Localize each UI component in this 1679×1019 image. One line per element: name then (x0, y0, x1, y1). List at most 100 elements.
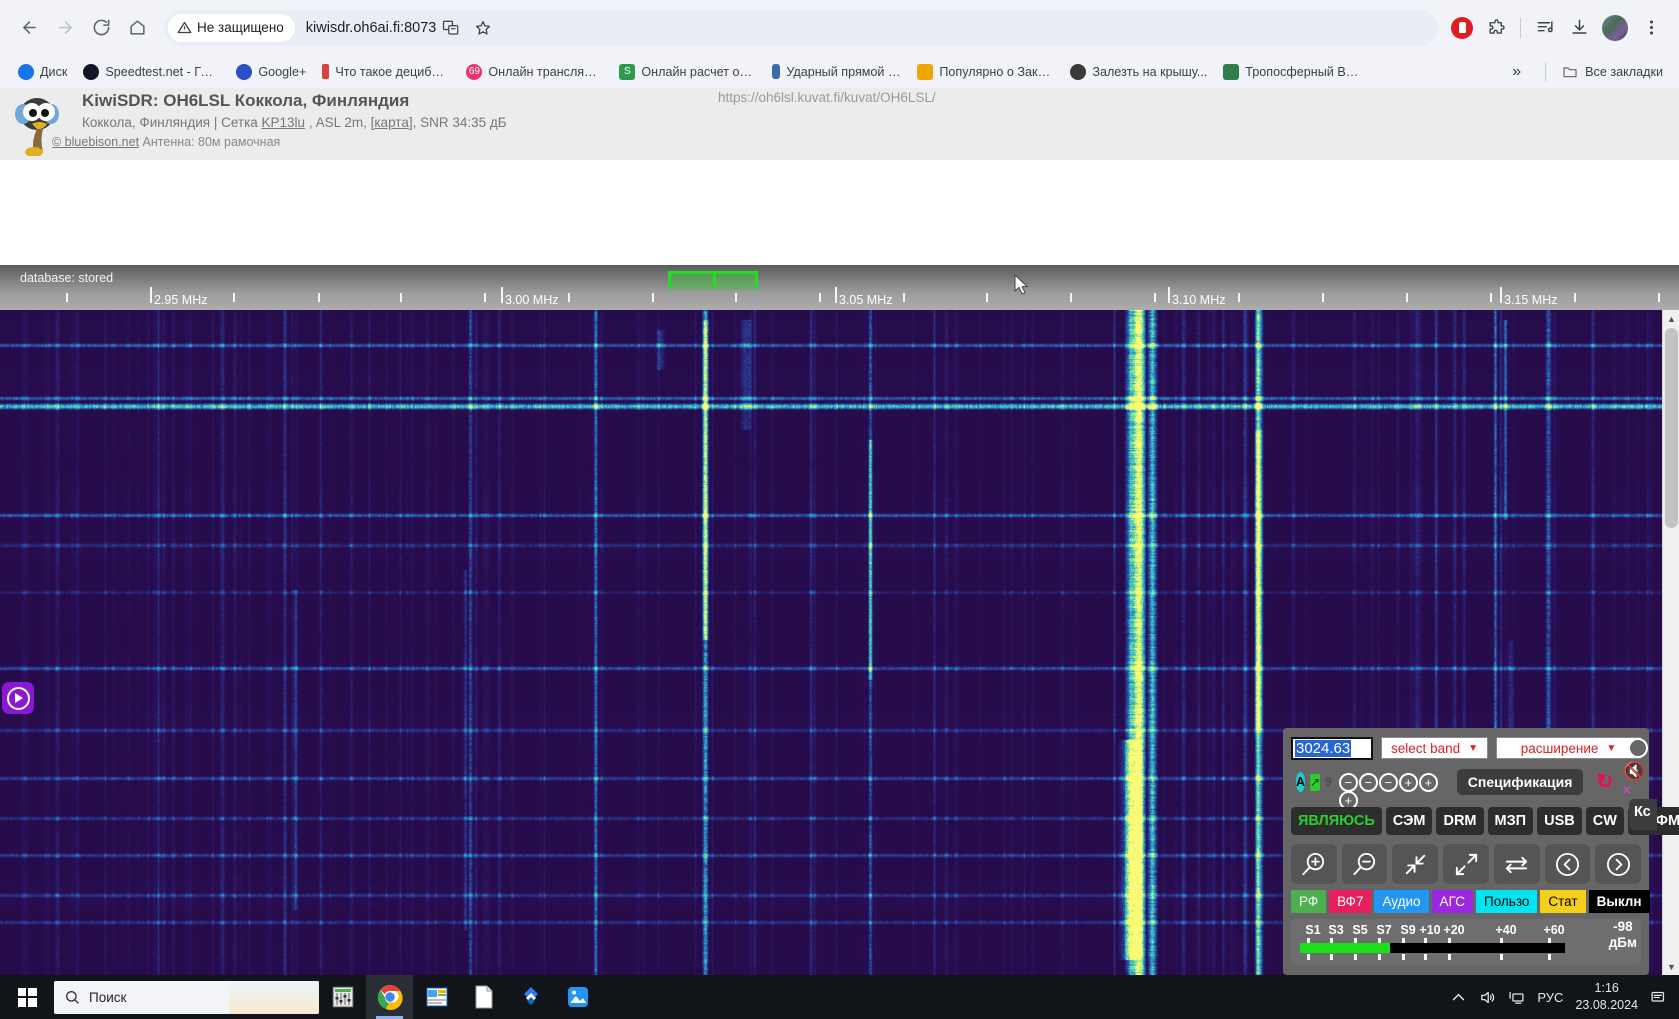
bookmark-label: Залезть на крышу... (1092, 64, 1208, 79)
refresh-icon[interactable]: ↻ (1596, 772, 1613, 792)
forward-button[interactable] (48, 11, 82, 45)
bookmarks-overflow-button[interactable]: » (1504, 63, 1529, 81)
antenna-badge[interactable]: A (1296, 772, 1306, 792)
translate-icon[interactable] (436, 13, 466, 43)
scroll-down-arrow-icon[interactable]: ▼ (1663, 958, 1679, 975)
grid-link[interactable]: KP13lu (262, 115, 306, 130)
status-tag-1[interactable]: ВФ7 (1329, 890, 1372, 913)
demod-mode-usb[interactable]: USB (1537, 807, 1582, 835)
demod-mode-am[interactable]: ЯВЛЯЮСЬ (1291, 807, 1382, 835)
frequency-input[interactable]: 3024.63 (1291, 736, 1374, 760)
status-tag-5[interactable]: Стат (1540, 890, 1586, 913)
zoom-plus-button[interactable]: + (1418, 772, 1438, 792)
extension-puzzle-icon[interactable] (1480, 12, 1512, 44)
bookmark-item[interactable]: Что такое децибел... (314, 61, 458, 82)
zoom-minus-button[interactable]: − (1378, 772, 1398, 792)
scroll-up-arrow-icon[interactable]: ▲ (1663, 310, 1679, 327)
copyright-link[interactable]: © bluebison.net (52, 135, 139, 149)
monitor-icon[interactable] (1508, 989, 1525, 1006)
notepad-app[interactable] (460, 975, 507, 1019)
all-bookmarks-button[interactable]: Все закладки (1562, 64, 1663, 80)
back-button[interactable] (12, 11, 46, 45)
chevron-up-icon[interactable] (1450, 989, 1467, 1006)
arrows-in-icon (1405, 854, 1425, 874)
status-tag-2[interactable]: Аудио (1374, 890, 1429, 913)
zoom-max-tool[interactable] (1493, 844, 1540, 884)
speaker-icon[interactable] (1479, 989, 1496, 1006)
office-app[interactable] (413, 975, 460, 1019)
mute-speaker-icon[interactable]: 🔇✕ (1622, 761, 1645, 803)
home-button[interactable] (120, 11, 154, 45)
panel-drag-handle[interactable] (1628, 738, 1648, 758)
avatar[interactable] (1602, 14, 1628, 41)
gem-app[interactable] (507, 975, 554, 1019)
language-indicator[interactable]: РУС (1537, 990, 1563, 1005)
step-next-tool[interactable] (1595, 844, 1642, 884)
bookmark-item[interactable]: Популярно о Зако... (909, 61, 1062, 83)
bookmark-item[interactable]: Тропосферный Воз... (1215, 61, 1368, 83)
zoom-plus-button[interactable]: + (1398, 772, 1418, 792)
opera-vpn-icon[interactable] (1446, 12, 1478, 44)
reload-button[interactable] (84, 11, 118, 45)
magnifier-plus-icon (1302, 852, 1325, 875)
search-input[interactable]: Поиск (54, 980, 319, 1014)
zoom-minus-button[interactable]: − (1358, 772, 1378, 792)
bookmark-label: Онлайн расчет об... (641, 64, 757, 79)
bookmark-item[interactable]: Google+ (228, 61, 314, 83)
step-prev-tool[interactable] (1544, 844, 1591, 884)
kebab-menu-icon[interactable] (1635, 12, 1667, 44)
spectrum-button[interactable]: Спецификация (1456, 769, 1584, 795)
taskbar-clock[interactable]: 1:16 23.08.2024 (1575, 980, 1638, 1014)
mixer-icon (332, 986, 353, 1008)
bookmark-label: Ударный прямой т... (786, 64, 902, 79)
bookmark-item[interactable]: Ударный прямой т... (764, 61, 909, 82)
bookmark-item[interactable]: 69 Онлайн трансляци... (458, 61, 611, 83)
extension-select[interactable]: расширение ▼ (1496, 737, 1648, 759)
bookmark-item[interactable]: S Онлайн расчет об... (611, 61, 764, 83)
address-bar[interactable]: Не защищено kiwisdr.oh6ai.fi:8073 (164, 9, 1438, 46)
map-link[interactable]: карта (374, 115, 408, 130)
status-tag-4[interactable]: Пользо (1476, 890, 1538, 913)
equalizer-app[interactable] (319, 975, 366, 1019)
status-tag-0[interactable]: РФ (1291, 890, 1327, 913)
extension-select-label: расширение (1520, 740, 1599, 756)
star-icon[interactable] (468, 13, 498, 43)
media-list-icon[interactable] (1529, 12, 1561, 44)
s-meter-label: +10 (1419, 923, 1441, 937)
zoom-minus-button[interactable]: − (1338, 772, 1358, 792)
band-select[interactable]: select band ▼ (1381, 737, 1489, 759)
photos-app[interactable] (554, 975, 601, 1019)
zoom-in-tool[interactable] (1291, 844, 1337, 884)
bookmark-label: Диск (40, 64, 68, 79)
play-button[interactable] (2, 682, 34, 714)
demod-mode-sam[interactable]: СЭМ (1385, 807, 1433, 835)
scrollbar-thumb[interactable] (1665, 328, 1678, 528)
url-text[interactable]: kiwisdr.oh6ai.fi:8073 (306, 20, 437, 36)
demod-mode-drm[interactable]: DRM (1436, 807, 1484, 835)
bookmark-item[interactable]: Диск (10, 61, 75, 83)
download-icon[interactable] (1563, 12, 1595, 44)
play-icon (6, 686, 30, 710)
bookmark-item[interactable]: Залезть на крышу... (1062, 61, 1215, 83)
start-button[interactable] (0, 975, 54, 1019)
waterfall-scrollbar[interactable]: ▲ ▼ (1662, 310, 1679, 975)
zoom-out-tool[interactable] (1341, 844, 1388, 884)
side-tab-button[interactable]: Кс (1629, 799, 1657, 831)
zoom-shrink-tool[interactable] (1392, 844, 1439, 884)
security-status-chip[interactable]: Не защищено (168, 13, 295, 42)
zoom-expand-tool[interactable] (1443, 844, 1489, 884)
search-icon (66, 991, 79, 1004)
demod-mode-cw[interactable]: CW (1585, 807, 1624, 835)
passband-indicator[interactable] (668, 271, 758, 290)
s-meter-label: S9 (1400, 923, 1416, 937)
notification-icon[interactable] (1650, 989, 1667, 1006)
signal-arrow-icon[interactable]: ↗ (1310, 773, 1321, 791)
status-tag-3[interactable]: АГС (1431, 890, 1474, 913)
demod-mode-lsb[interactable]: МЗП (1487, 807, 1534, 835)
frequency-scale[interactable]: database: stored 2.95 MHz 3.00 MHz 3.05 MH… (0, 265, 1679, 310)
status-tag-6[interactable]: Выклн (1588, 890, 1650, 913)
chrome-app[interactable] (366, 975, 413, 1019)
bookmark-item[interactable]: Speedtest.net - Гло... (75, 61, 228, 83)
band-select-label: select band (1391, 740, 1461, 756)
scale-tick-minor (1238, 293, 1240, 302)
